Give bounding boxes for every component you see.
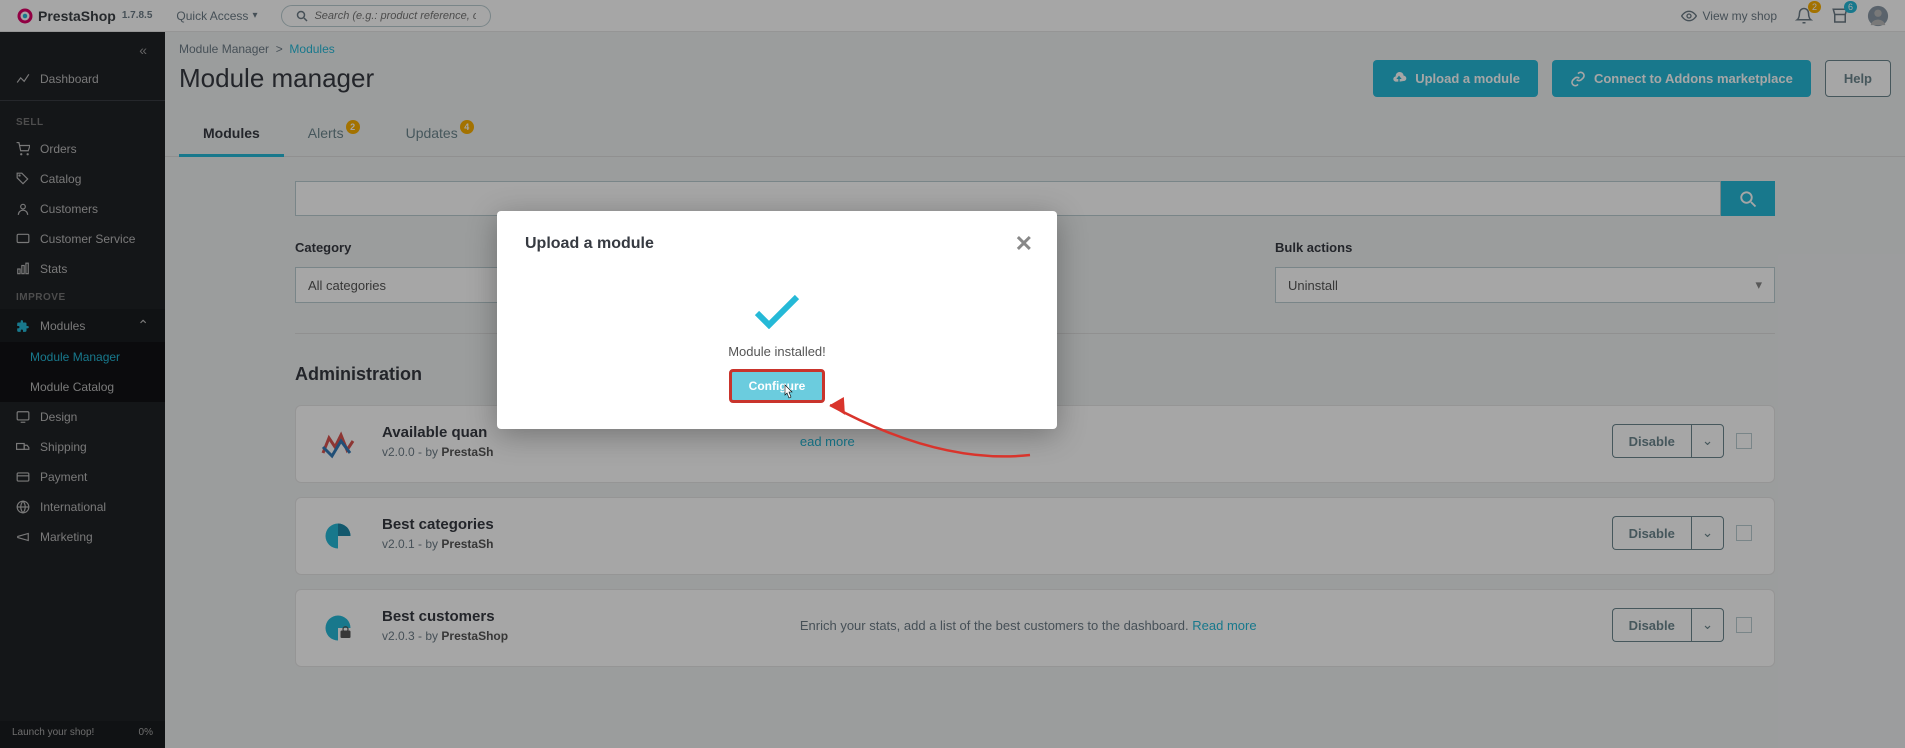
modal-message: Module installed!	[525, 344, 1029, 359]
checkmark-icon	[753, 293, 801, 329]
modal-title: Upload a module	[525, 235, 1029, 253]
configure-button[interactable]: Configure	[731, 371, 824, 401]
close-icon: ✕	[1015, 231, 1033, 256]
modal-body: Module installed! Configure	[525, 253, 1029, 401]
upload-module-modal: Upload a module ✕ Module installed! Conf…	[497, 211, 1057, 429]
modal-close-button[interactable]: ✕	[1015, 231, 1033, 257]
